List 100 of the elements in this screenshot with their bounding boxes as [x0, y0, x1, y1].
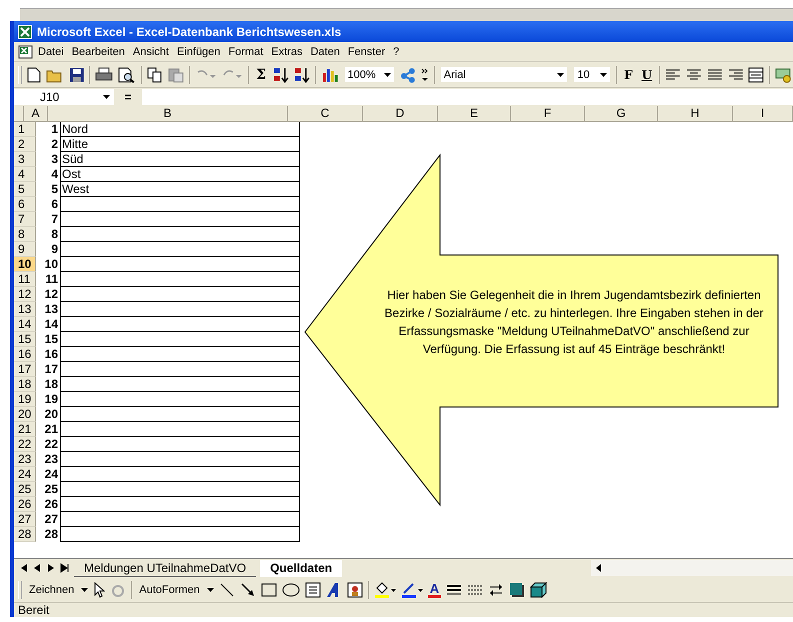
column-header[interactable]: B	[48, 106, 288, 121]
arrow-icon[interactable]	[240, 582, 256, 598]
fill-color-icon[interactable]	[374, 582, 396, 598]
dash-style-icon[interactable]	[467, 582, 484, 596]
menu-item[interactable]: Ansicht	[128, 43, 173, 60]
toolbar-options-icon[interactable]	[420, 66, 429, 82]
currency-icon[interactable]	[775, 66, 793, 82]
print-preview-icon[interactable]	[118, 66, 136, 82]
row-header[interactable]: 21	[14, 422, 36, 437]
column-header[interactable]: E	[438, 106, 511, 121]
dropdown-arrow-icon[interactable]	[206, 588, 214, 592]
column-header[interactable]: C	[288, 106, 363, 121]
last-sheet-icon[interactable]	[60, 563, 70, 573]
autosum-button[interactable]: Σ	[254, 66, 268, 82]
printer-icon[interactable]	[95, 66, 114, 82]
previous-sheet-icon[interactable]	[32, 563, 42, 573]
row-header[interactable]: 11	[14, 272, 36, 287]
font-color-button[interactable]: A	[428, 582, 442, 598]
merge-cells-icon[interactable]	[748, 66, 764, 82]
sort-descending-icon[interactable]	[294, 66, 310, 82]
menu-item[interactable]: Bearbeiten	[68, 43, 129, 60]
zoom-dropdown[interactable]: 100%	[344, 66, 396, 83]
row-header[interactable]: 15	[14, 332, 36, 347]
row-header[interactable]: 25	[14, 482, 36, 497]
name-box[interactable]: J10	[14, 89, 114, 105]
clip-art-icon[interactable]	[346, 582, 363, 598]
underline-button[interactable]: U	[640, 68, 654, 82]
align-left-icon[interactable]	[665, 68, 681, 82]
column-header[interactable]: D	[363, 106, 438, 121]
menu-item[interactable]: Extras	[267, 43, 306, 60]
font-size-dropdown[interactable]: 10	[573, 66, 612, 83]
row-header[interactable]: 9	[14, 242, 36, 257]
sort-ascending-icon[interactable]	[273, 66, 289, 82]
row-header[interactable]: 17	[14, 362, 36, 377]
menu-item[interactable]: Einfügen	[172, 43, 224, 60]
row-header[interactable]: 3	[14, 152, 36, 167]
copy-icon[interactable]	[147, 66, 163, 82]
row-header[interactable]: 18	[14, 377, 36, 392]
draw-menu-button[interactable]: Zeichnen	[27, 584, 76, 596]
horizontal-scrollbar[interactable]	[591, 560, 793, 576]
row-header[interactable]: 27	[14, 512, 36, 527]
paste-icon[interactable]	[168, 66, 184, 82]
row-header[interactable]: 12	[14, 287, 36, 302]
column-header[interactable]: F	[511, 106, 585, 121]
autoshapes-menu-button[interactable]: AutoFormen	[137, 584, 202, 596]
row-header[interactable]: 13	[14, 302, 36, 317]
table-cell-text: 24	[44, 467, 59, 482]
justify-icon[interactable]	[706, 68, 723, 82]
row-header[interactable]: 4	[14, 167, 36, 182]
column-header[interactable]: G	[585, 106, 658, 121]
bar-chart-icon[interactable]	[320, 66, 339, 82]
row-header[interactable]: 20	[14, 407, 36, 422]
line-icon[interactable]	[218, 582, 235, 598]
sheet-tab[interactable]: Quelldaten	[260, 560, 342, 576]
new-document-icon[interactable]	[26, 66, 41, 82]
row-header[interactable]: 14	[14, 317, 36, 332]
menu-item[interactable]: ?	[389, 43, 404, 60]
font-dropdown[interactable]: Arial	[440, 66, 568, 83]
row-header[interactable]: 8	[14, 227, 36, 242]
arrow-style-icon[interactable]	[488, 582, 504, 596]
row-header[interactable]: 7	[14, 212, 36, 227]
menu-item[interactable]: Format	[224, 43, 268, 60]
menu-item[interactable]: Daten	[306, 43, 344, 60]
row-header[interactable]: 24	[14, 467, 36, 482]
row-header[interactable]: 26	[14, 497, 36, 512]
row-header[interactable]: 5	[14, 182, 36, 197]
row-header[interactable]: 10	[14, 257, 36, 272]
table-cell-text: 8	[50, 227, 59, 242]
next-sheet-icon[interactable]	[46, 563, 56, 573]
table-cell-text: 11	[44, 272, 59, 287]
connector-icon[interactable]	[400, 66, 416, 82]
align-center-icon[interactable]	[686, 68, 702, 82]
row-header[interactable]: 19	[14, 392, 36, 407]
menu-item[interactable]: Datei	[34, 43, 68, 60]
table-cell: Süd	[60, 152, 300, 167]
formula-input-field[interactable]	[142, 89, 793, 105]
row-header[interactable]: 22	[14, 437, 36, 452]
bold-button[interactable]: F	[622, 68, 635, 82]
dropdown-arrow-icon[interactable]	[81, 588, 88, 592]
save-icon[interactable]	[68, 66, 84, 82]
rectangle-icon[interactable]	[260, 582, 277, 596]
row-header[interactable]: 1	[14, 122, 36, 137]
row-header[interactable]: 16	[14, 347, 36, 362]
pointer-icon[interactable]	[93, 582, 106, 598]
menu-item[interactable]: Fenster	[344, 43, 390, 60]
line-style-icon[interactable]	[446, 582, 462, 596]
row-header[interactable]: 2	[14, 137, 36, 152]
column-header[interactable]: H	[658, 106, 733, 121]
line-color-icon[interactable]	[400, 582, 423, 598]
row-header[interactable]: 6	[14, 197, 36, 212]
3d-box-icon[interactable]	[530, 582, 548, 598]
row-header[interactable]: 23	[14, 452, 36, 467]
text-box-icon[interactable]	[304, 582, 321, 598]
column-header[interactable]: A	[24, 106, 48, 121]
align-right-icon[interactable]	[728, 68, 744, 82]
shadow-icon[interactable]	[509, 582, 526, 598]
oval-icon[interactable]	[282, 582, 300, 596]
column-header[interactable]: I	[733, 106, 793, 121]
table-cell-text: 20	[44, 407, 59, 422]
row-header[interactable]: 28	[14, 527, 36, 542]
